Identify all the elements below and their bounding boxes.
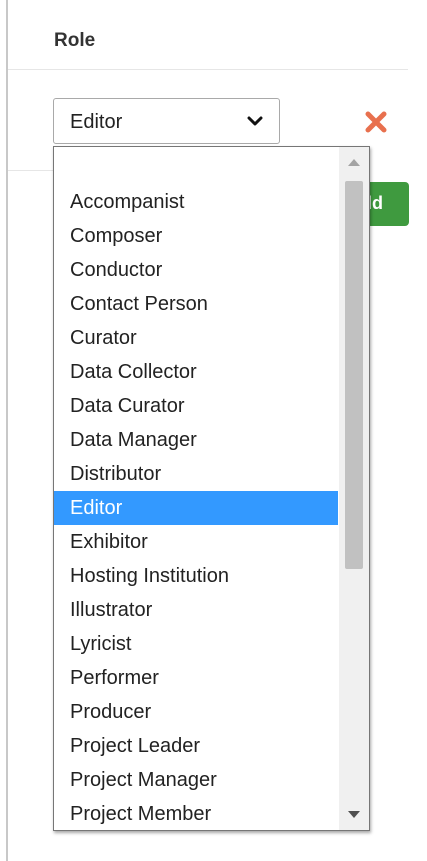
role-option[interactable]: Data Curator: [54, 389, 338, 423]
role-option[interactable]: Composer: [54, 219, 338, 253]
role-option[interactable]: Project Member: [54, 797, 338, 830]
role-option[interactable]: Editor: [54, 491, 338, 525]
role-option[interactable]: Lyricist: [54, 627, 338, 661]
role-option[interactable]: Distributor: [54, 457, 338, 491]
role-option[interactable]: Curator: [54, 321, 338, 355]
scrollbar-thumb[interactable]: [345, 181, 363, 569]
role-select-value: Editor: [70, 111, 123, 133]
role-option[interactable]: Data Collector: [54, 355, 338, 389]
role-header: Role: [8, 0, 408, 70]
role-options-listbox[interactable]: Accompanist Composer Conductor Contact Pers…: [53, 146, 370, 831]
role-option[interactable]: Conductor: [54, 253, 338, 287]
role-options-list: Accompanist Composer Conductor Contact Pers…: [54, 185, 338, 830]
panel-left-border: [6, 0, 8, 861]
role-option[interactable]: Exhibitor: [54, 525, 338, 559]
page-title: Role: [54, 30, 96, 51]
role-option[interactable]: Contact Person: [54, 287, 338, 321]
role-option[interactable]: Hosting Institution: [54, 559, 338, 593]
role-option[interactable]: Data Manager: [54, 423, 338, 457]
scroll-down-button[interactable]: [339, 800, 369, 830]
role-option[interactable]: Performer: [54, 661, 338, 695]
role-option[interactable]: Illustrator: [54, 593, 338, 627]
row-divider: [8, 170, 53, 171]
listbox-scrollbar[interactable]: [339, 147, 369, 830]
close-icon[interactable]: [362, 108, 390, 136]
chevron-down-icon: [247, 116, 263, 126]
role-select[interactable]: Editor: [53, 98, 280, 144]
scroll-up-button[interactable]: [339, 147, 369, 177]
role-option[interactable]: Project Leader: [54, 729, 338, 763]
role-option[interactable]: Accompanist: [54, 185, 338, 219]
role-option[interactable]: Producer: [54, 695, 338, 729]
role-option[interactable]: Project Manager: [54, 763, 338, 797]
scroll-up-arrow-icon: [348, 159, 360, 166]
scroll-down-arrow-icon: [348, 811, 360, 818]
